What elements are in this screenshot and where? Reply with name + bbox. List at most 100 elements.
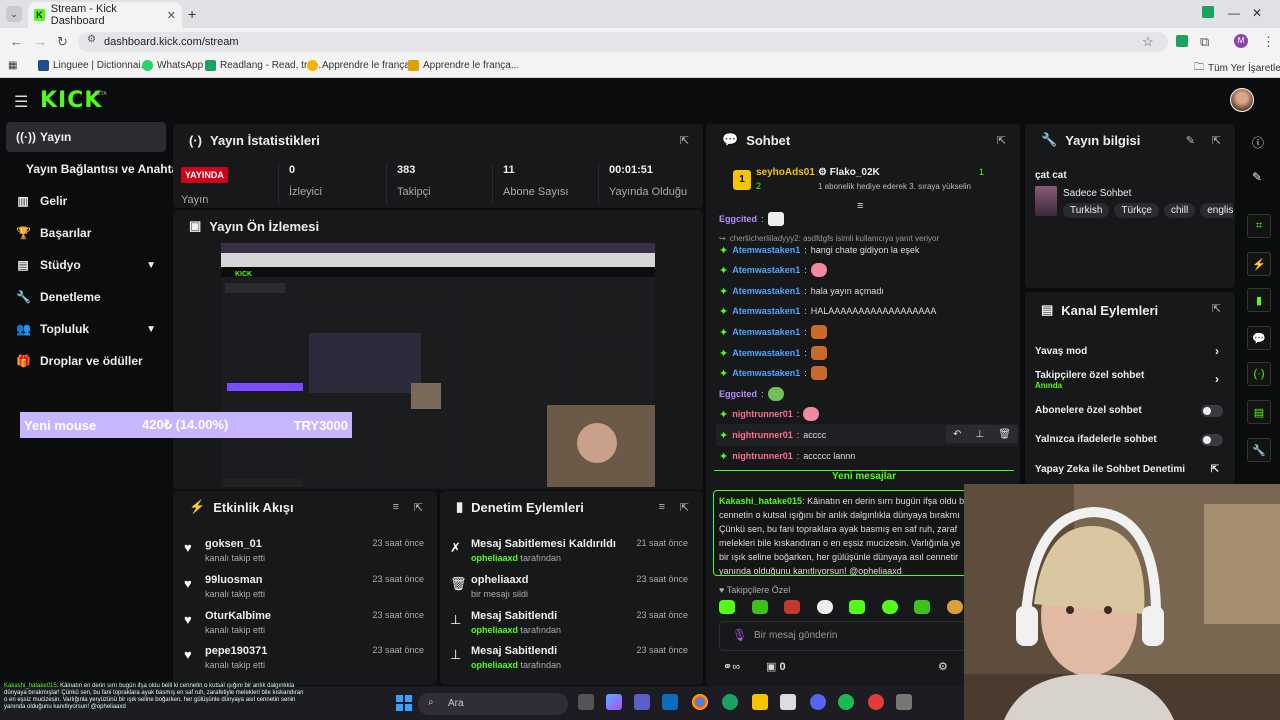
edit-icon[interactable]: ✎ [1252, 170, 1262, 184]
filter-icon[interactable]: ≡ [393, 501, 399, 513]
all-bookmarks[interactable]: 🗀 Tüm Yer İşaretleri [1194, 60, 1280, 77]
spotify-icon[interactable] [838, 694, 854, 710]
followers-chat-row[interactable]: Takipçilere özel sohbet Anında › [1035, 370, 1227, 390]
app-icon[interactable] [896, 694, 912, 710]
tab-search-button[interactable]: ⌄ [6, 6, 22, 22]
emote-icon[interactable] [719, 600, 735, 614]
minimize-icon[interactable]: — [1228, 6, 1240, 20]
sidebar-item-gelir[interactable]: ▥ Gelir [6, 186, 166, 216]
site-info-icon[interactable]: ⚙ [87, 34, 96, 45]
new-tab-button[interactable]: + [188, 6, 196, 22]
microphone-icon[interactable]: 🎙 [732, 628, 747, 642]
stream-preview-video[interactable]: KICK [221, 243, 655, 487]
list-icon[interactable]: ▤ [1247, 400, 1271, 424]
points-icon[interactable]: ⚭∞ [723, 660, 740, 673]
info-icon[interactable]: ⓘ [1252, 134, 1264, 151]
hamburger-menu-icon[interactable]: ☰ [14, 92, 28, 112]
copilot-icon[interactable] [606, 694, 622, 710]
emote-icon[interactable] [816, 600, 833, 614]
crop-icon[interactable]: ⌗ [1247, 214, 1271, 238]
chrome-icon[interactable] [692, 694, 708, 710]
gift-target-user[interactable]: ⚙ Flako_02K [818, 167, 880, 178]
chat-scroll-down-icon[interactable]: ≡ [857, 200, 863, 212]
chat-input[interactable]: Bir mesaj gönderin [719, 621, 965, 651]
tag[interactable]: chill [1163, 203, 1196, 218]
bolt-icon[interactable]: ⚡ [1247, 252, 1271, 276]
popout-icon[interactable]: ⇱ [680, 134, 689, 147]
sidebar-item-stream-key[interactable]: Yayın Bağlantısı ve Anahtarı [6, 154, 186, 184]
subs-chat-toggle[interactable] [1201, 405, 1223, 417]
reload-icon[interactable]: ↻ [57, 34, 68, 50]
back-icon[interactable]: ← [10, 34, 23, 49]
pinned-message[interactable]: Kakashi_hatake015: Kâinatın en derin sır… [713, 490, 975, 576]
new-messages-divider[interactable]: Yeni mesajlar [714, 470, 1014, 484]
profile-avatar[interactable]: M [1234, 34, 1248, 48]
popout-icon[interactable]: ⇱ [1212, 134, 1221, 147]
browser-tab[interactable]: K Stream - Kick Dashboard ✕ [28, 2, 182, 28]
subs-chat-row[interactable]: Abonelere özel sohbet [1035, 405, 1227, 417]
tag[interactable]: englis [1200, 203, 1233, 218]
emote-icon[interactable] [849, 600, 866, 614]
teams-icon[interactable] [634, 694, 650, 710]
popout-icon[interactable]: ⇱ [1212, 302, 1221, 315]
emote-chat-toggle[interactable] [1201, 434, 1223, 446]
ai-moderation-row[interactable]: Yapay Zeka ile Sohbet Denetimi ⇱ [1035, 464, 1227, 475]
sidebar-item-yayin[interactable]: ((·)) Yayın [6, 122, 166, 152]
close-tab-icon[interactable]: ✕ [167, 9, 176, 22]
sidebar-item-droplar[interactable]: 🎁 Droplar ve ödüller [6, 346, 166, 376]
trash-icon[interactable]: 🗑 [998, 429, 1011, 440]
slow-mode-row[interactable]: Yavaş mod › [1035, 344, 1227, 358]
taskbar-search[interactable]: Ara [418, 693, 568, 715]
bookmark-whatsapp[interactable]: WhatsApp [142, 60, 203, 71]
sidebar-item-studyo[interactable]: ▤ Stüdyo ▼ [6, 250, 166, 280]
emote-icon[interactable] [946, 600, 963, 614]
category-name[interactable]: Sadece Sohbet [1063, 188, 1131, 199]
extensions-icon[interactable]: ⧉ [1200, 34, 1209, 50]
discord-icon[interactable] [810, 694, 826, 710]
chat-icon[interactable]: 💬 [1247, 326, 1271, 350]
bookmark-star-icon[interactable]: ☆ [1142, 34, 1154, 50]
extension-icon[interactable] [1202, 6, 1214, 18]
top-gifter-name[interactable]: seyhoAds01 [756, 167, 815, 178]
emote-icon[interactable] [751, 600, 768, 614]
popout-icon[interactable]: ⇱ [680, 501, 689, 514]
store-icon[interactable] [780, 694, 796, 710]
sidebar-item-denetleme[interactable]: 🔧 Denetleme [6, 282, 166, 312]
broadcast-icon[interactable]: (·) [1247, 362, 1271, 386]
address-bar[interactable]: dashboard.kick.com/stream [78, 32, 1168, 52]
popout-icon[interactable]: ⇱ [997, 134, 1006, 147]
bookmark-apprendre-2[interactable]: Apprendre le frança... [408, 60, 519, 71]
wrench-icon[interactable]: 🔧 [1247, 438, 1271, 462]
sidebar-item-basarilar[interactable]: 🏆 Başarılar [6, 218, 166, 248]
apps-icon[interactable]: ▦ [8, 60, 17, 71]
edit-icon[interactable]: ✎ [1186, 134, 1195, 147]
browser-menu-icon[interactable]: ⋮ [1262, 34, 1275, 50]
reply-icon[interactable]: ↶ [953, 429, 961, 440]
bookmark-linguee[interactable]: Linguee | Dictionnai... [38, 60, 149, 71]
outlook-icon[interactable] [662, 694, 678, 710]
emote-chat-row[interactable]: Yalnızca ifadelerle sohbet [1035, 434, 1227, 446]
emote-icon[interactable] [784, 600, 801, 614]
emote-icon[interactable] [881, 600, 898, 614]
edge-icon[interactable] [722, 694, 738, 710]
windows-start-icon[interactable] [396, 695, 412, 711]
filter-icon[interactable]: ≡ [659, 501, 665, 513]
popout-icon[interactable]: ⇱ [414, 501, 423, 514]
chat-settings-icon[interactable]: ⚙ [938, 660, 948, 673]
obs-icon[interactable] [868, 694, 884, 710]
sidebar-item-topluluk[interactable]: 👥 Topluluk ▼ [6, 314, 166, 344]
readlang-extension-icon[interactable] [1176, 35, 1188, 47]
forward-icon[interactable]: → [34, 34, 47, 49]
emote-icon[interactable] [914, 600, 931, 614]
user-avatar[interactable] [1230, 88, 1254, 112]
chat-message[interactable]: ✦ nightrunner01: acccc [719, 427, 826, 443]
close-window-icon[interactable]: ✕ [1252, 6, 1262, 20]
tag[interactable]: Türkçe [1114, 203, 1159, 218]
pin-icon[interactable]: ⊥ [975, 429, 984, 440]
bookmark-readlang[interactable]: Readlang - Read, tra... [205, 60, 321, 71]
file-explorer-icon[interactable] [752, 694, 768, 710]
chest-icon[interactable]: ▣ 0 [766, 660, 786, 673]
task-view-icon[interactable] [578, 694, 594, 710]
document-icon[interactable]: ▮ [1247, 288, 1271, 312]
bookmark-apprendre-1[interactable]: Apprendre le français [307, 60, 417, 71]
